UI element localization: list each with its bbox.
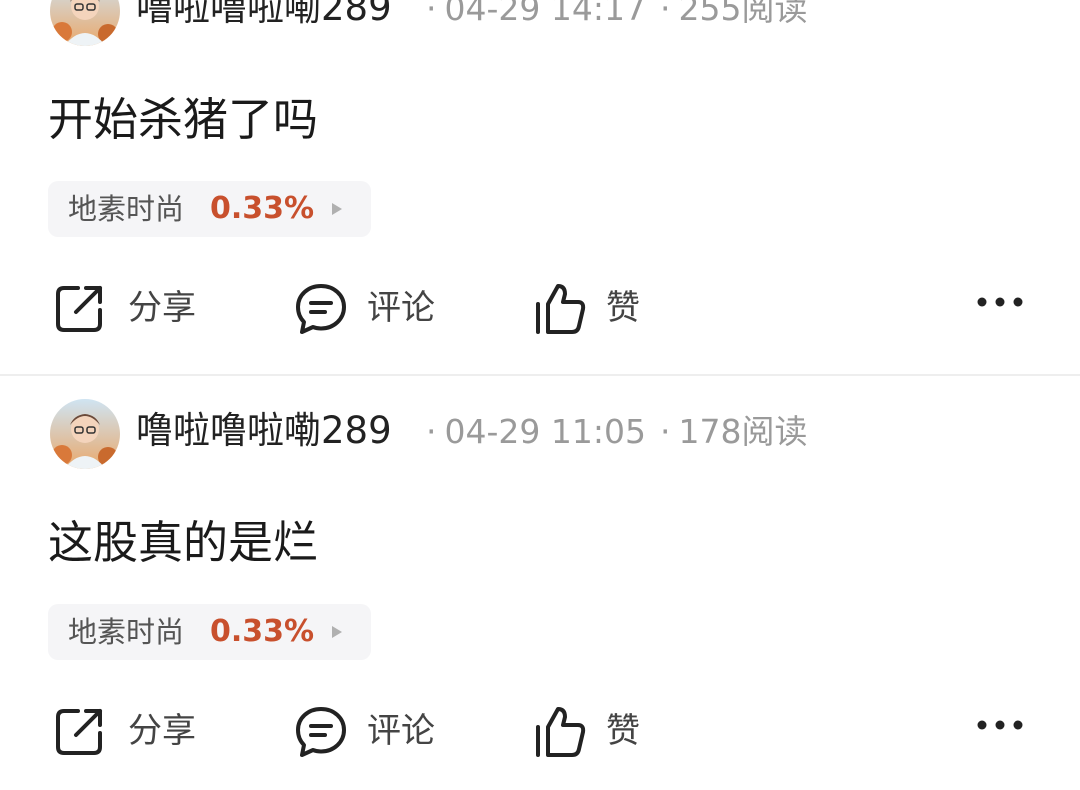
divider bbox=[0, 374, 1080, 376]
username[interactable]: 噜啦噜啦嘞289 bbox=[136, 0, 392, 32]
share-icon bbox=[56, 286, 102, 332]
stock-change: 0.33% bbox=[210, 191, 315, 226]
stock-tag[interactable]: 地素时尚 0.33% bbox=[48, 181, 371, 237]
share-button[interactable]: 分享 bbox=[54, 276, 204, 340]
post-content[interactable]: 开始杀猪了吗 bbox=[48, 88, 318, 152]
read-count: 178阅读 bbox=[678, 412, 808, 451]
post-card: 噜啦噜啦嘞289 · 04-29 14:17 · 255阅读 开始杀猪了吗 地素时尚 … bbox=[0, 0, 1080, 351]
avatar[interactable] bbox=[50, 399, 120, 469]
like-label: 赞 bbox=[606, 711, 640, 751]
more-button[interactable] bbox=[976, 276, 1030, 340]
meta-separator: · bbox=[426, 412, 437, 451]
share-label: 分享 bbox=[128, 711, 196, 751]
meta-separator: · bbox=[659, 0, 671, 28]
like-button[interactable]: 赞 bbox=[534, 276, 654, 340]
stock-name: 地素时尚 bbox=[68, 192, 185, 226]
chevron-right-icon bbox=[332, 626, 342, 638]
username[interactable]: 噜啦噜啦嘞289 bbox=[136, 407, 392, 455]
post-time: 04-29 11:05 bbox=[444, 412, 646, 451]
like-icon bbox=[536, 707, 586, 757]
post-card: 噜啦噜啦嘞289 · 04-29 11:05 · 178阅读 这股真的是烂 地素时尚 … bbox=[0, 399, 1080, 774]
comment-button[interactable]: 评论 bbox=[294, 699, 444, 763]
stock-name: 地素时尚 bbox=[68, 615, 185, 649]
comment-icon bbox=[296, 284, 346, 334]
meta-separator: · bbox=[659, 412, 671, 451]
share-button[interactable]: 分享 bbox=[54, 699, 204, 763]
post-meta: · 04-29 11:05 · 178阅读 bbox=[426, 409, 807, 455]
chevron-right-icon bbox=[332, 203, 342, 215]
avatar[interactable] bbox=[50, 0, 120, 46]
like-icon bbox=[536, 284, 586, 334]
action-bar: 分享 评论 赞 bbox=[0, 276, 1080, 340]
meta-separator: · bbox=[426, 0, 437, 28]
read-count: 255阅读 bbox=[678, 0, 808, 28]
stock-tag[interactable]: 地素时尚 0.33% bbox=[48, 604, 371, 660]
more-button[interactable] bbox=[976, 699, 1030, 763]
stock-change: 0.33% bbox=[210, 614, 315, 649]
more-icon bbox=[977, 297, 1023, 307]
share-label: 分享 bbox=[128, 288, 196, 328]
comment-label: 评论 bbox=[367, 288, 435, 328]
post-content[interactable]: 这股真的是烂 bbox=[48, 511, 318, 575]
post-time: 04-29 14:17 bbox=[444, 0, 646, 28]
post-meta: · 04-29 14:17 · 255阅读 bbox=[426, 0, 807, 32]
action-bar: 分享 评论 赞 bbox=[0, 699, 1080, 763]
comment-button[interactable]: 评论 bbox=[294, 276, 444, 340]
comment-label: 评论 bbox=[367, 711, 435, 751]
like-label: 赞 bbox=[606, 288, 640, 328]
more-icon bbox=[977, 720, 1023, 730]
comment-icon bbox=[296, 707, 346, 757]
like-button[interactable]: 赞 bbox=[534, 699, 654, 763]
share-icon bbox=[56, 709, 102, 755]
